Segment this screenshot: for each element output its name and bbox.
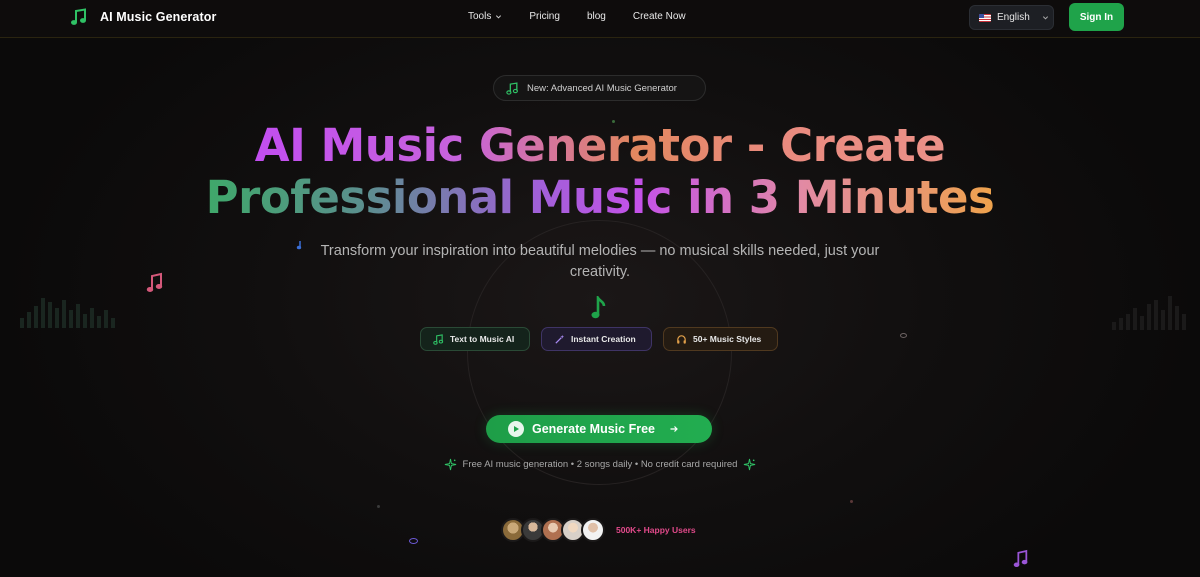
equalizer-left-decoration bbox=[20, 298, 115, 328]
equalizer-right-decoration bbox=[1112, 296, 1186, 330]
logo-text: AI Music Generator bbox=[100, 10, 217, 24]
feature-pill-label: 50+ Music Styles bbox=[693, 334, 762, 344]
page: AI Music Generator Tools Pricing blog Cr… bbox=[0, 0, 1200, 577]
nav-item-pricing[interactable]: Pricing bbox=[529, 11, 560, 22]
top-nav: AI Music Generator Tools Pricing blog Cr… bbox=[0, 0, 1200, 38]
language-label: English bbox=[997, 12, 1030, 23]
music-note-icon bbox=[1013, 549, 1028, 567]
page-title: AI Music Generator - Create Professional… bbox=[0, 120, 1200, 224]
nav-item-label: Create Now bbox=[632, 11, 686, 22]
nav-item-label: Pricing bbox=[529, 11, 560, 22]
ring-dot-decoration bbox=[900, 333, 907, 338]
us-flag-icon bbox=[979, 13, 991, 22]
nav-item-blog[interactable]: blog bbox=[587, 11, 606, 22]
happy-users: 500K+ Happy Users bbox=[501, 518, 696, 542]
nav-item-tools[interactable]: Tools bbox=[468, 11, 502, 22]
music-note-icon bbox=[506, 81, 518, 95]
hero-subtitle: Transform your inspiration into beautifu… bbox=[320, 243, 880, 280]
feature-pill-music-styles[interactable]: 50+ Music Styles bbox=[663, 327, 778, 351]
nav-item-create-now[interactable]: Create Now bbox=[633, 11, 686, 22]
sign-in-button[interactable]: Sign In bbox=[1069, 3, 1124, 31]
dot-decoration bbox=[377, 505, 380, 508]
badge-text: New: Advanced AI Music Generator bbox=[527, 82, 677, 94]
nav-item-label: blog bbox=[586, 11, 606, 22]
nav-item-label: Tools bbox=[468, 11, 492, 22]
announcement-badge[interactable]: New: Advanced AI Music Generator bbox=[493, 75, 706, 101]
headline-line-2: Professional Music in 3 Minutes bbox=[205, 171, 995, 224]
generate-music-button[interactable]: Generate Music Free bbox=[486, 415, 712, 443]
feature-pill-text-to-music[interactable]: Text to Music AI bbox=[420, 327, 530, 351]
chevron-down-icon bbox=[1042, 16, 1048, 20]
feature-pill-instant-creation[interactable]: Instant Creation bbox=[541, 327, 652, 351]
music-note-icon bbox=[71, 8, 86, 25]
sparkle-icon bbox=[744, 458, 756, 471]
ring-dot-decoration bbox=[409, 538, 418, 544]
happy-users-count: 500K+ Happy Users bbox=[616, 525, 696, 535]
music-note-icon bbox=[296, 241, 302, 250]
logo[interactable]: AI Music Generator bbox=[70, 8, 216, 26]
music-note-icon bbox=[433, 333, 444, 345]
play-icon bbox=[508, 421, 524, 437]
feature-pill-label: Text to Music AI bbox=[450, 334, 515, 344]
cta-note: Free AI music generation • 2 songs daily… bbox=[0, 458, 1200, 471]
headline-line-1: AI Music Generator - Create bbox=[254, 119, 946, 172]
cta-label: Generate Music Free bbox=[532, 422, 655, 436]
language-selector[interactable]: English bbox=[969, 5, 1054, 30]
dot-decoration bbox=[850, 500, 853, 503]
nav-links: Tools Pricing blog Create Now bbox=[468, 11, 686, 22]
feature-pill-label: Instant Creation bbox=[571, 334, 636, 344]
music-note-icon bbox=[591, 296, 606, 319]
music-note-icon bbox=[146, 272, 163, 292]
magic-wand-icon bbox=[555, 334, 565, 344]
arrow-right-icon bbox=[670, 426, 678, 432]
chevron-down-icon bbox=[496, 15, 502, 19]
headphones-icon bbox=[677, 334, 686, 344]
avatar bbox=[581, 518, 605, 542]
cta-note-text: Free AI music generation • 2 songs daily… bbox=[462, 459, 738, 470]
sparkle-icon bbox=[444, 458, 456, 471]
